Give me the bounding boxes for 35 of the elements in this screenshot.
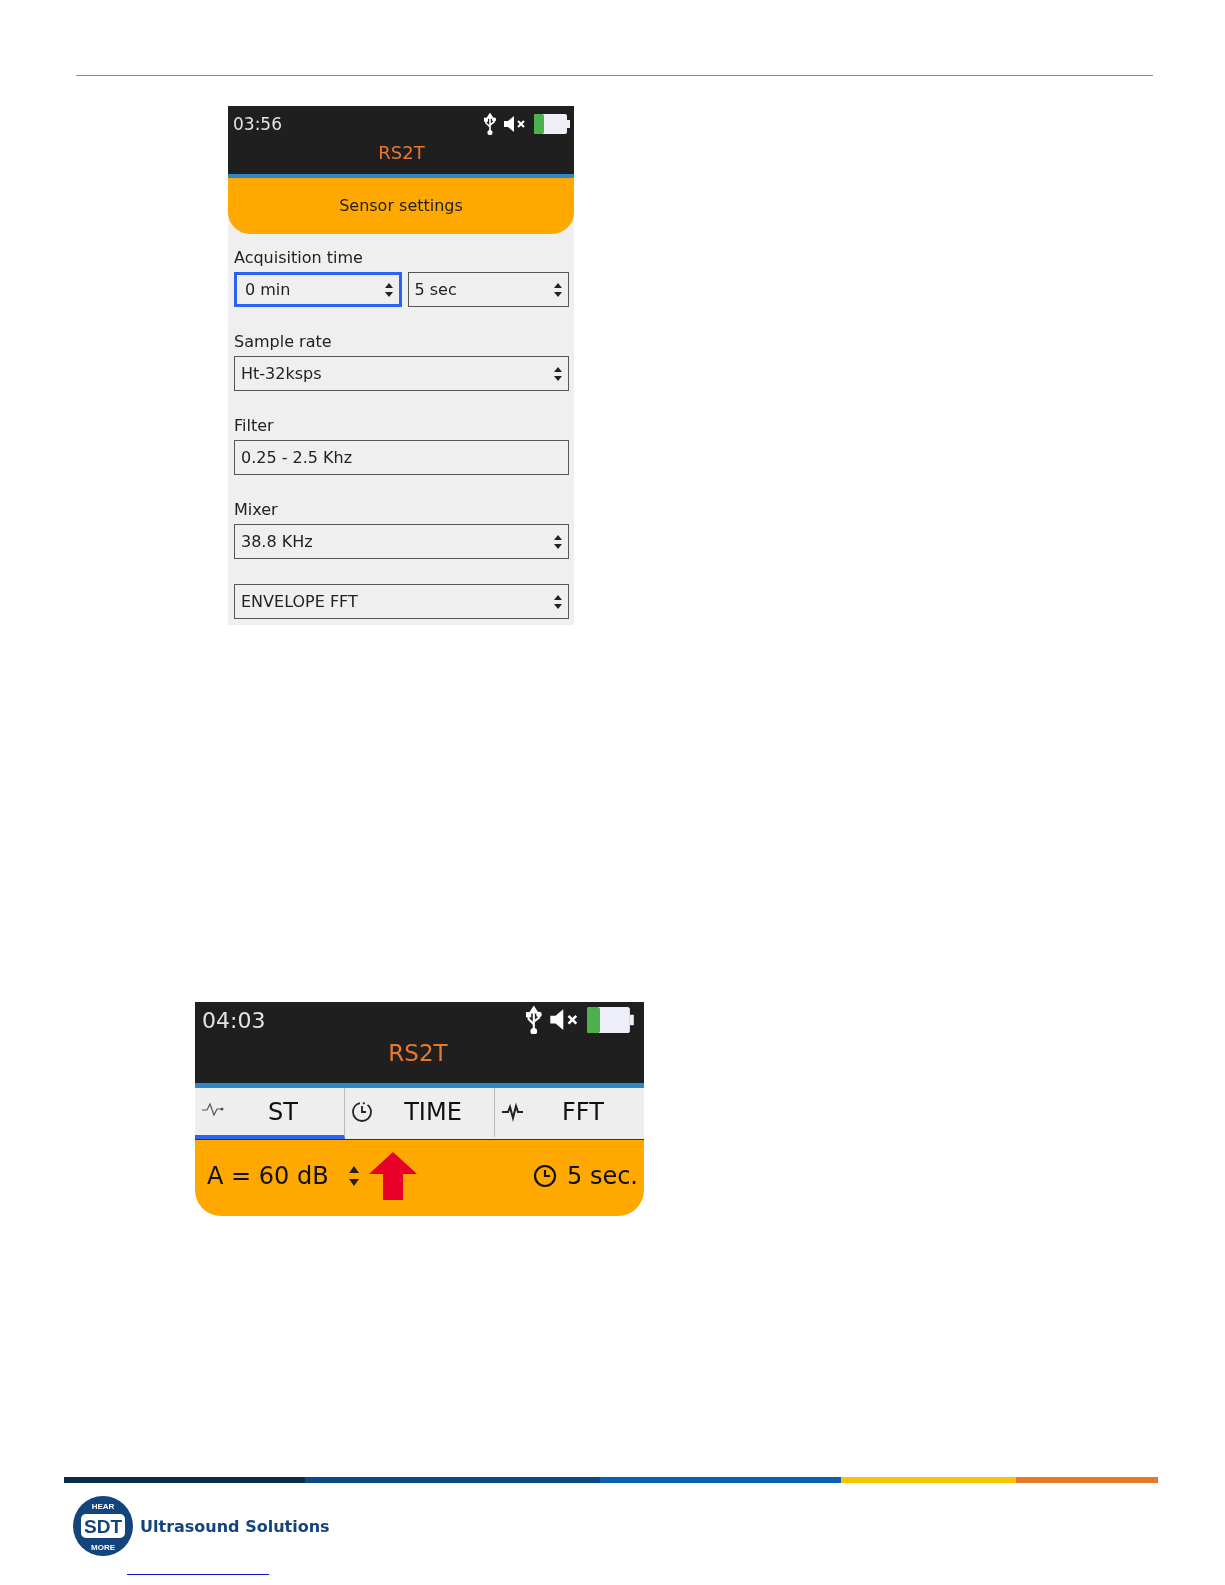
brand-name: Ultrasound Solutions — [140, 1516, 330, 1536]
tab[interactable]: FFT — [495, 1088, 644, 1139]
dropdown[interactable]: ENVELOPE FFT — [234, 584, 569, 619]
app-title: RS2T — [378, 142, 425, 163]
speaker-muted-icon — [503, 115, 527, 133]
dropdown[interactable]: 5 sec — [407, 272, 569, 307]
clock-icon — [533, 1164, 557, 1188]
usb-icon — [484, 113, 496, 135]
field-label: Mixer — [234, 500, 279, 520]
dropdown[interactable]: 0 min — [234, 272, 402, 307]
input-field[interactable]: 0.25 - 2.5 Khz — [234, 440, 569, 475]
logo-badge-icon: HEAR SDT MORE — [72, 1495, 134, 1557]
up-arrow-icon — [368, 1152, 417, 1200]
battery-icon — [534, 114, 570, 134]
duration-text: 5 sec. — [567, 1162, 638, 1190]
battery-icon — [587, 1007, 634, 1033]
dropdown[interactable]: 38.8 KHz — [234, 524, 569, 559]
spinner-arrows-icon — [554, 282, 562, 297]
screen-header: Sensor settings — [228, 178, 574, 234]
status-time: 03:56 — [233, 114, 282, 134]
status-time: 04:03 — [202, 1007, 266, 1033]
spinner-arrows-icon — [554, 594, 562, 609]
dropdown[interactable]: Ht-32ksps — [234, 356, 569, 391]
field-label: Sample rate — [234, 332, 333, 352]
spinner-arrows-icon — [348, 1166, 359, 1186]
field-label: Filter — [234, 416, 275, 436]
field-label: Acquisition time — [234, 248, 364, 268]
spinner-arrows-icon — [384, 282, 393, 297]
spinner-arrows-icon — [554, 366, 562, 381]
usb-icon — [526, 1005, 542, 1035]
clock-icon — [351, 1100, 374, 1123]
reading-text: A = 60 dB — [207, 1162, 329, 1190]
app-title: RS2T — [388, 1040, 448, 1066]
spinner-arrows-icon — [554, 534, 562, 549]
tab[interactable]: TIME — [345, 1088, 495, 1139]
